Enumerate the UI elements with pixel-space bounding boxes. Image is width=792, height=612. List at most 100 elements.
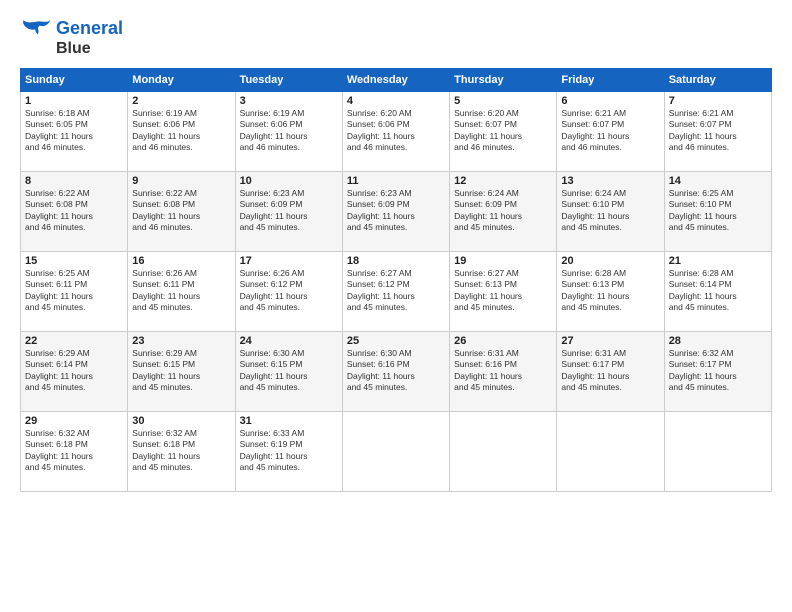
weekday-header-wednesday: Wednesday: [342, 68, 449, 91]
day-number: 22: [25, 335, 123, 347]
day-number: 26: [454, 335, 552, 347]
calendar-cell: 13Sunrise: 6:24 AM Sunset: 6:10 PM Dayli…: [557, 171, 664, 251]
day-info: Sunrise: 6:20 AM Sunset: 6:06 PM Dayligh…: [347, 108, 445, 154]
calendar-cell: 11Sunrise: 6:23 AM Sunset: 6:09 PM Dayli…: [342, 171, 449, 251]
calendar-row: 1Sunrise: 6:18 AM Sunset: 6:05 PM Daylig…: [21, 91, 772, 171]
day-info: Sunrise: 6:30 AM Sunset: 6:15 PM Dayligh…: [240, 348, 338, 394]
day-info: Sunrise: 6:19 AM Sunset: 6:06 PM Dayligh…: [240, 108, 338, 154]
calendar-cell: 16Sunrise: 6:26 AM Sunset: 6:11 PM Dayli…: [128, 251, 235, 331]
day-number: 18: [347, 255, 445, 267]
calendar-cell: [557, 411, 664, 491]
calendar-cell: 10Sunrise: 6:23 AM Sunset: 6:09 PM Dayli…: [235, 171, 342, 251]
day-info: Sunrise: 6:24 AM Sunset: 6:10 PM Dayligh…: [561, 188, 659, 234]
day-info: Sunrise: 6:26 AM Sunset: 6:11 PM Dayligh…: [132, 268, 230, 314]
day-number: 5: [454, 95, 552, 107]
weekday-header-saturday: Saturday: [664, 68, 771, 91]
calendar-table: SundayMondayTuesdayWednesdayThursdayFrid…: [20, 68, 772, 492]
day-number: 30: [132, 415, 230, 427]
day-info: Sunrise: 6:22 AM Sunset: 6:08 PM Dayligh…: [25, 188, 123, 234]
day-info: Sunrise: 6:26 AM Sunset: 6:12 PM Dayligh…: [240, 268, 338, 314]
calendar-cell: 27Sunrise: 6:31 AM Sunset: 6:17 PM Dayli…: [557, 331, 664, 411]
calendar-cell: 20Sunrise: 6:28 AM Sunset: 6:13 PM Dayli…: [557, 251, 664, 331]
calendar-cell: 14Sunrise: 6:25 AM Sunset: 6:10 PM Dayli…: [664, 171, 771, 251]
page: General Blue SundayMondayTuesdayWednesda…: [0, 0, 792, 612]
calendar-cell: 19Sunrise: 6:27 AM Sunset: 6:13 PM Dayli…: [450, 251, 557, 331]
day-info: Sunrise: 6:28 AM Sunset: 6:13 PM Dayligh…: [561, 268, 659, 314]
calendar-cell: 7Sunrise: 6:21 AM Sunset: 6:07 PM Daylig…: [664, 91, 771, 171]
day-info: Sunrise: 6:32 AM Sunset: 6:17 PM Dayligh…: [669, 348, 767, 394]
logo-icon: [20, 18, 52, 40]
calendar-cell: 31Sunrise: 6:33 AM Sunset: 6:19 PM Dayli…: [235, 411, 342, 491]
weekday-header-thursday: Thursday: [450, 68, 557, 91]
day-number: 16: [132, 255, 230, 267]
calendar-cell: 26Sunrise: 6:31 AM Sunset: 6:16 PM Dayli…: [450, 331, 557, 411]
calendar-header-row: SundayMondayTuesdayWednesdayThursdayFrid…: [21, 68, 772, 91]
calendar-row: 8Sunrise: 6:22 AM Sunset: 6:08 PM Daylig…: [21, 171, 772, 251]
calendar-cell: 25Sunrise: 6:30 AM Sunset: 6:16 PM Dayli…: [342, 331, 449, 411]
day-number: 19: [454, 255, 552, 267]
calendar-cell: 1Sunrise: 6:18 AM Sunset: 6:05 PM Daylig…: [21, 91, 128, 171]
calendar-row: 29Sunrise: 6:32 AM Sunset: 6:18 PM Dayli…: [21, 411, 772, 491]
day-number: 8: [25, 175, 123, 187]
weekday-header-sunday: Sunday: [21, 68, 128, 91]
day-number: 20: [561, 255, 659, 267]
calendar-cell: 17Sunrise: 6:26 AM Sunset: 6:12 PM Dayli…: [235, 251, 342, 331]
calendar-cell: 21Sunrise: 6:28 AM Sunset: 6:14 PM Dayli…: [664, 251, 771, 331]
header: General Blue: [20, 18, 772, 58]
calendar-cell: 12Sunrise: 6:24 AM Sunset: 6:09 PM Dayli…: [450, 171, 557, 251]
weekday-header-tuesday: Tuesday: [235, 68, 342, 91]
day-info: Sunrise: 6:29 AM Sunset: 6:14 PM Dayligh…: [25, 348, 123, 394]
day-info: Sunrise: 6:32 AM Sunset: 6:18 PM Dayligh…: [132, 428, 230, 474]
day-info: Sunrise: 6:31 AM Sunset: 6:16 PM Dayligh…: [454, 348, 552, 394]
calendar-cell: 29Sunrise: 6:32 AM Sunset: 6:18 PM Dayli…: [21, 411, 128, 491]
day-info: Sunrise: 6:23 AM Sunset: 6:09 PM Dayligh…: [240, 188, 338, 234]
day-number: 1: [25, 95, 123, 107]
day-number: 6: [561, 95, 659, 107]
weekday-header-monday: Monday: [128, 68, 235, 91]
calendar-cell: 3Sunrise: 6:19 AM Sunset: 6:06 PM Daylig…: [235, 91, 342, 171]
calendar-row: 22Sunrise: 6:29 AM Sunset: 6:14 PM Dayli…: [21, 331, 772, 411]
day-info: Sunrise: 6:25 AM Sunset: 6:11 PM Dayligh…: [25, 268, 123, 314]
day-number: 28: [669, 335, 767, 347]
day-number: 2: [132, 95, 230, 107]
day-info: Sunrise: 6:23 AM Sunset: 6:09 PM Dayligh…: [347, 188, 445, 234]
calendar-cell: [664, 411, 771, 491]
day-number: 14: [669, 175, 767, 187]
day-number: 11: [347, 175, 445, 187]
day-number: 13: [561, 175, 659, 187]
calendar-cell: 18Sunrise: 6:27 AM Sunset: 6:12 PM Dayli…: [342, 251, 449, 331]
day-number: 4: [347, 95, 445, 107]
calendar-cell: 5Sunrise: 6:20 AM Sunset: 6:07 PM Daylig…: [450, 91, 557, 171]
calendar-row: 15Sunrise: 6:25 AM Sunset: 6:11 PM Dayli…: [21, 251, 772, 331]
day-number: 31: [240, 415, 338, 427]
weekday-header-friday: Friday: [557, 68, 664, 91]
calendar-cell: 30Sunrise: 6:32 AM Sunset: 6:18 PM Dayli…: [128, 411, 235, 491]
day-number: 23: [132, 335, 230, 347]
day-number: 29: [25, 415, 123, 427]
calendar-cell: [450, 411, 557, 491]
calendar-cell: 9Sunrise: 6:22 AM Sunset: 6:08 PM Daylig…: [128, 171, 235, 251]
logo-text: General: [56, 19, 123, 39]
calendar-cell: 28Sunrise: 6:32 AM Sunset: 6:17 PM Dayli…: [664, 331, 771, 411]
day-info: Sunrise: 6:32 AM Sunset: 6:18 PM Dayligh…: [25, 428, 123, 474]
day-number: 27: [561, 335, 659, 347]
calendar-cell: [342, 411, 449, 491]
day-info: Sunrise: 6:19 AM Sunset: 6:06 PM Dayligh…: [132, 108, 230, 154]
day-info: Sunrise: 6:21 AM Sunset: 6:07 PM Dayligh…: [561, 108, 659, 154]
day-info: Sunrise: 6:22 AM Sunset: 6:08 PM Dayligh…: [132, 188, 230, 234]
day-info: Sunrise: 6:21 AM Sunset: 6:07 PM Dayligh…: [669, 108, 767, 154]
day-number: 12: [454, 175, 552, 187]
day-info: Sunrise: 6:27 AM Sunset: 6:12 PM Dayligh…: [347, 268, 445, 314]
calendar-cell: 23Sunrise: 6:29 AM Sunset: 6:15 PM Dayli…: [128, 331, 235, 411]
day-number: 7: [669, 95, 767, 107]
day-number: 25: [347, 335, 445, 347]
day-info: Sunrise: 6:29 AM Sunset: 6:15 PM Dayligh…: [132, 348, 230, 394]
day-info: Sunrise: 6:18 AM Sunset: 6:05 PM Dayligh…: [25, 108, 123, 154]
day-info: Sunrise: 6:33 AM Sunset: 6:19 PM Dayligh…: [240, 428, 338, 474]
day-number: 3: [240, 95, 338, 107]
calendar-cell: 24Sunrise: 6:30 AM Sunset: 6:15 PM Dayli…: [235, 331, 342, 411]
day-number: 10: [240, 175, 338, 187]
calendar-cell: 15Sunrise: 6:25 AM Sunset: 6:11 PM Dayli…: [21, 251, 128, 331]
day-info: Sunrise: 6:24 AM Sunset: 6:09 PM Dayligh…: [454, 188, 552, 234]
day-info: Sunrise: 6:30 AM Sunset: 6:16 PM Dayligh…: [347, 348, 445, 394]
